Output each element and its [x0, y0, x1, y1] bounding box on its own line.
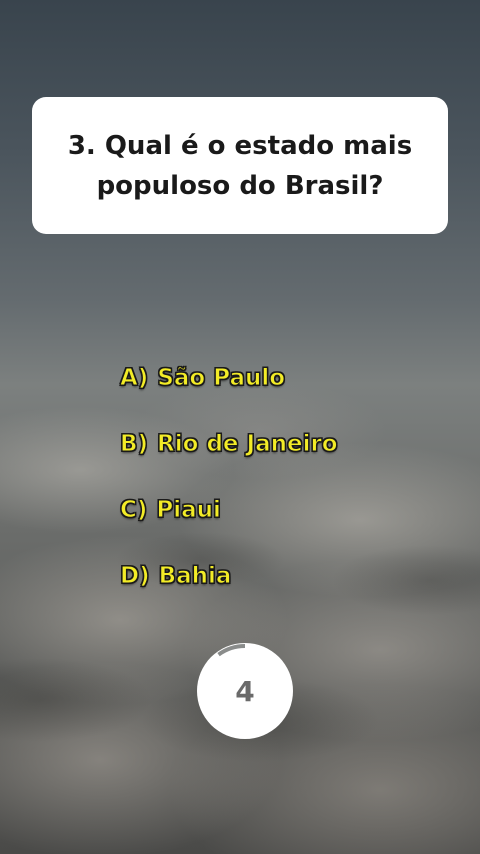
- option-a-letter: A): [119, 365, 149, 392]
- option-a-label: São Paulo: [157, 365, 286, 392]
- option-b-letter: B): [119, 431, 149, 458]
- timer-value: 4: [235, 674, 255, 708]
- option-c-label: Piaui: [156, 497, 222, 524]
- option-d[interactable]: D) Bahia: [120, 556, 460, 622]
- option-b-label: Rio de Janeiro: [157, 431, 339, 458]
- option-d-label: Bahia: [158, 563, 232, 590]
- countdown-timer: 4: [197, 643, 293, 739]
- option-c[interactable]: C) Piaui: [119, 490, 460, 556]
- option-d-letter: D): [120, 563, 151, 590]
- answer-options: A) São Paulo B) Rio de Janeiro C) Piaui …: [119, 358, 460, 622]
- option-b[interactable]: B) Rio de Janeiro: [119, 424, 460, 490]
- question-text: 3. Qual é o estado mais populoso do Bras…: [67, 130, 413, 201]
- question-card: 3. Qual é o estado mais populoso do Bras…: [32, 97, 448, 234]
- timer-gap-arc: [217, 644, 246, 657]
- option-a[interactable]: A) São Paulo: [119, 358, 460, 424]
- option-c-letter: C): [119, 497, 148, 524]
